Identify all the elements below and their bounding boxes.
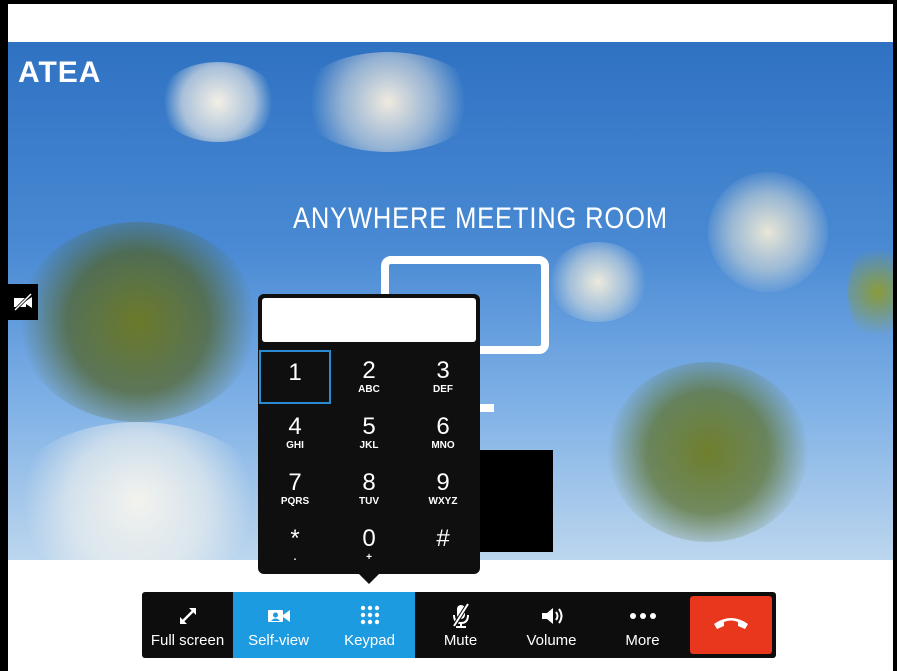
background-blossom (298, 52, 478, 152)
fullscreen-label: Full screen (150, 631, 225, 649)
speaker-icon (539, 602, 565, 630)
key-letters: JKL (359, 440, 379, 451)
right-border (893, 0, 897, 671)
microphone-muted-icon (451, 602, 471, 630)
key-letters: MNO (431, 440, 455, 451)
key-7[interactable]: 7 PQRS (259, 462, 331, 516)
remote-video-edge (480, 404, 494, 412)
background-foliage (848, 242, 893, 342)
dial-keypad: 1 2 ABC 3 DEF 4 GHI 5 JKL 6 MNO 7 PQRS 8 TUV 9W… (258, 294, 480, 574)
camera-off-icon[interactable] (8, 284, 38, 320)
background-blossom (158, 62, 278, 142)
call-toolbar: Full screen Self-view Keypad Mute Volume… (142, 592, 776, 658)
mute-button[interactable]: Mute (415, 592, 506, 658)
key-letters: ABC (358, 384, 380, 395)
key-4[interactable]: 4 GHI (259, 406, 331, 460)
key-1[interactable]: 1 (259, 350, 331, 404)
ellipsis-icon (629, 602, 657, 630)
key-letters: DEF (433, 384, 453, 395)
keypad-pointer (359, 574, 379, 584)
key-letters: PQRS (280, 496, 310, 507)
more-button[interactable]: More (597, 592, 688, 658)
keypad-button[interactable]: Keypad (324, 592, 415, 658)
left-border (0, 0, 8, 671)
key-digit: 0 (362, 525, 376, 552)
key-8[interactable]: 8 TUV (333, 462, 405, 516)
key-star[interactable]: *. (259, 518, 331, 572)
hangup-button[interactable] (690, 596, 772, 654)
key-letters: TUV (359, 496, 379, 507)
volume-button[interactable]: Volume (506, 592, 597, 658)
key-digit: 8 (362, 469, 376, 496)
dialpad-grid-icon (359, 602, 381, 630)
self-view-video (480, 450, 553, 552)
background-blossom (8, 422, 268, 560)
key-digit: 5 (362, 413, 376, 440)
mute-label: Mute (443, 631, 478, 649)
key-digit: * (290, 525, 300, 552)
background-foliage (608, 362, 808, 542)
key-digit: # (436, 525, 450, 552)
keypad-label: Keypad (344, 631, 395, 649)
key-digit: 3 (436, 357, 450, 384)
selfview-label: Self-view (248, 631, 309, 649)
top-border (0, 0, 897, 4)
key-2[interactable]: 2 ABC (333, 350, 405, 404)
fullscreen-button[interactable]: Full screen (142, 592, 233, 658)
more-label: More (625, 631, 660, 649)
key-0[interactable]: 0 + (333, 518, 405, 572)
expand-arrows-icon (177, 602, 199, 630)
atea-logo: ATEA (18, 56, 102, 89)
background-foliage (18, 222, 258, 422)
key-digit: 6 (436, 413, 450, 440)
window-top-area (0, 0, 897, 42)
room-title: ANYWHERE MEETING ROOM (293, 202, 668, 235)
key-digit: 1 (288, 359, 302, 386)
key-letters: WXYZ (428, 496, 458, 507)
dial-input[interactable] (262, 298, 476, 342)
key-digit: 2 (362, 357, 376, 384)
key-9[interactable]: 9 WXYZ (407, 462, 479, 516)
key-digit: 9 (436, 469, 450, 496)
key-5[interactable]: 5 JKL (333, 406, 405, 460)
key-letters: GHI (286, 440, 304, 451)
key-digit: 4 (288, 413, 302, 440)
key-digit: 7 (288, 469, 302, 496)
background-blossom (708, 172, 828, 292)
key-letters: . (293, 552, 297, 563)
volume-label: Volume (526, 631, 577, 649)
key-6[interactable]: 6 MNO (407, 406, 479, 460)
background-blossom (548, 242, 648, 322)
key-3[interactable]: 3 DEF (407, 350, 479, 404)
phone-hangup-icon (712, 614, 750, 637)
key-hash[interactable]: # (407, 518, 479, 572)
selfview-button[interactable]: Self-view (233, 592, 324, 658)
camera-icon (266, 602, 292, 630)
key-letters: + (366, 552, 372, 563)
